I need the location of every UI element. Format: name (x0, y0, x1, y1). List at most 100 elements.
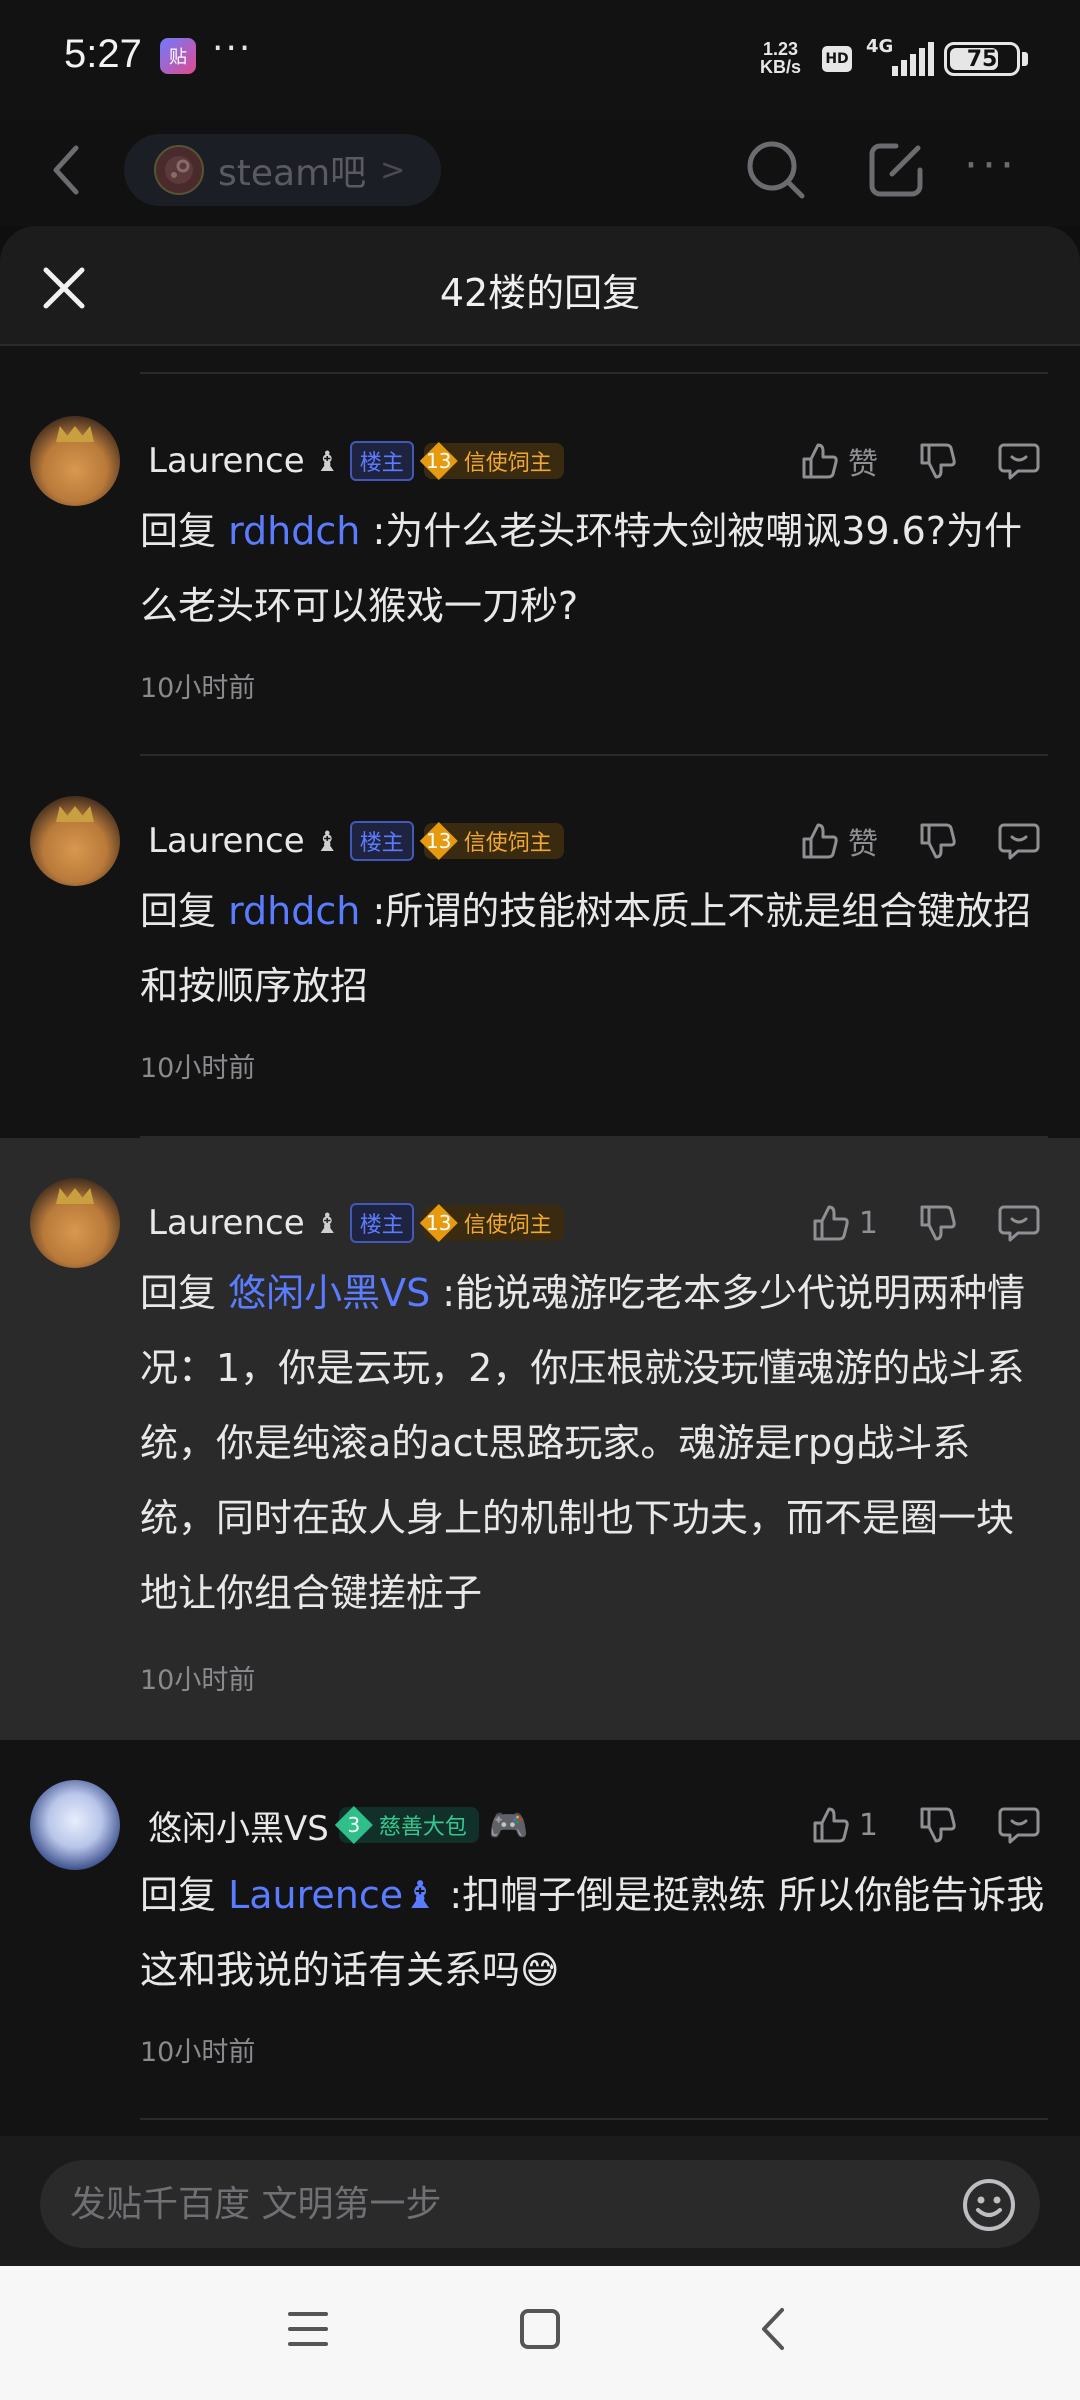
reply-item[interactable]: Laurence ♝ 楼主 13 信使饲主 赞 回复 rdhdch :所谓的技能… (0, 756, 1080, 1138)
sheet-header: 42楼的回复 (0, 226, 1080, 346)
reply-item[interactable]: 悠闲小黑VS 3 慈善大包 🎮 1 回复 Laurence♝ :扣帽子倒是挺熟练… (0, 1740, 1080, 2120)
reply-sheet: 42楼的回复 Laurence ♝ 楼主 13 信使饲主 赞 回复 rdhdch… (0, 226, 1080, 2266)
reply-input[interactable] (70, 2160, 950, 2248)
username[interactable]: Laurence (148, 821, 305, 861)
like-count: 1 (858, 1205, 878, 1241)
like-label: 赞 (848, 447, 878, 482)
op-tag: 楼主 (349, 1203, 414, 1243)
menu-icon[interactable] (286, 2304, 330, 2354)
like-count: 1 (858, 1807, 878, 1843)
dislike-button[interactable] (918, 1203, 958, 1243)
back-arrow-icon[interactable] (46, 140, 86, 200)
level-number: 13 (419, 442, 458, 480)
system-nav-bar (0, 2266, 1080, 2400)
avatar[interactable] (30, 796, 120, 886)
like-button[interactable]: 赞 (800, 439, 878, 483)
more-notifications-icon: ··· (212, 28, 253, 69)
reply-text: 回复 Laurence♝ :扣帽子倒是挺熟练 所以你能告诉我这和我说的话有关系吗… (140, 1858, 1046, 2008)
dislike-button[interactable] (918, 441, 958, 481)
bishop-badge-icon: ♝ (314, 1206, 340, 1240)
mention-link[interactable]: rdhdch (228, 889, 360, 933)
level-number: 13 (419, 1204, 458, 1242)
thumbs-down-icon (920, 1205, 956, 1241)
reply-author-row: Laurence ♝ 楼主 13 信使饲主 (148, 436, 564, 486)
username[interactable]: Laurence (148, 1203, 305, 1243)
comment-button[interactable] (998, 1805, 1040, 1845)
thumbs-up-icon (813, 1807, 849, 1843)
reply-prefix: 回复 (140, 1873, 229, 1917)
thumbs-down-icon (920, 443, 956, 479)
like-label: 赞 (848, 827, 878, 862)
like-button[interactable]: 1 (811, 1805, 878, 1845)
bishop-badge-icon: ♝ (314, 824, 340, 858)
back-icon[interactable] (752, 2304, 796, 2354)
level-title: 信使饲主 (463, 1213, 552, 1238)
reply-author-row: 悠闲小黑VS 3 慈善大包 🎮 (148, 1800, 529, 1850)
sheet-title: 42楼的回复 (439, 271, 641, 315)
level-badge: 13 信使饲主 (419, 442, 564, 480)
mention-link[interactable]: Laurence♝ (228, 1873, 437, 1917)
level-number: 13 (419, 822, 458, 860)
mention-link[interactable]: rdhdch (228, 509, 360, 553)
reply-timestamp: 10小时前 (140, 2037, 256, 2068)
home-icon[interactable] (518, 2304, 562, 2354)
network-speed: 1.23 KB/s (760, 40, 801, 76)
steam-forum-avatar (154, 145, 204, 195)
op-tag: 楼主 (349, 441, 414, 481)
like-button[interactable]: 1 (811, 1203, 878, 1243)
edit-icon[interactable] (866, 140, 926, 200)
search-icon[interactable] (744, 138, 808, 202)
thumbs-up-icon (813, 1205, 849, 1241)
emoji-icon[interactable] (962, 2178, 1016, 2232)
reply-input-bar (0, 2136, 1080, 2266)
more-options-icon[interactable]: ··· (964, 140, 1018, 191)
reply-body: :能说魂游吃老本多少代说明两种情况：1，你是云玩，2，你压根就没玩懂魂游的战斗系… (140, 1271, 1026, 1615)
gamepad-icon: 🎮 (488, 1806, 529, 1844)
reply-timestamp: 10小时前 (140, 673, 256, 704)
username[interactable]: 悠闲小黑VS (148, 1801, 329, 1850)
reply-timestamp: 10小时前 (140, 1665, 256, 1696)
username[interactable]: Laurence (148, 441, 305, 481)
reply-actions: 1 (771, 1198, 1040, 1248)
battery-icon: 75 (944, 42, 1020, 76)
reply-input-container[interactable] (40, 2160, 1040, 2248)
mention-link[interactable]: 悠闲小黑VS (228, 1271, 430, 1315)
reply-author-row: Laurence ♝ 楼主 13 信使饲主 (148, 816, 564, 866)
bishop-badge-icon: ♝ (314, 444, 340, 478)
reply-timestamp: 10小时前 (140, 1053, 256, 1084)
signal-icon (892, 42, 934, 76)
level-number: 3 (334, 1806, 373, 1844)
divider (140, 1136, 1048, 1138)
forum-name: steam吧 (218, 153, 367, 194)
reply-item[interactable]: Laurence ♝ 楼主 13 信使饲主 赞 回复 rdhdch :为什么老头… (0, 376, 1080, 756)
comment-button[interactable] (998, 441, 1040, 481)
comment-icon (998, 1807, 1040, 1844)
divider (140, 2118, 1048, 2120)
forum-button[interactable]: steam吧 > (124, 134, 442, 206)
reply-prefix: 回复 (140, 509, 229, 553)
comment-button[interactable] (998, 821, 1040, 861)
reply-actions: 1 (771, 1800, 1040, 1850)
avatar[interactable] (30, 1178, 120, 1268)
thumbs-down-icon (920, 1807, 956, 1843)
avatar[interactable] (30, 1780, 120, 1870)
like-button[interactable]: 赞 (800, 819, 878, 863)
dislike-button[interactable] (918, 1805, 958, 1845)
reply-item-highlighted[interactable]: Laurence ♝ 楼主 13 信使饲主 1 回复 悠闲小黑VS :能说魂游吃… (0, 1136, 1080, 1740)
thumbs-down-icon (920, 823, 956, 859)
comment-icon (998, 1205, 1040, 1242)
reply-text: 回复 悠闲小黑VS :能说魂游吃老本多少代说明两种情况：1，你是云玩，2，你压根… (140, 1256, 1046, 1631)
comment-button[interactable] (998, 1203, 1040, 1243)
reply-actions: 赞 (760, 816, 1040, 866)
reply-text: 回复 rdhdch :所谓的技能树本质上不就是组合键放招和按顺序放招 (140, 874, 1046, 1024)
dislike-button[interactable] (918, 821, 958, 861)
avatar[interactable] (30, 416, 120, 506)
comment-icon (998, 443, 1040, 480)
level-title: 慈善大包 (378, 1815, 467, 1840)
network-type: 4G (866, 36, 894, 57)
level-title: 信使饲主 (463, 831, 552, 856)
app-header: steam吧 > ··· (0, 120, 1080, 226)
tieba-notification-icon: 贴 (160, 38, 196, 74)
reply-prefix: 回复 (140, 889, 229, 933)
network-speed-unit: KB/s (760, 57, 802, 77)
